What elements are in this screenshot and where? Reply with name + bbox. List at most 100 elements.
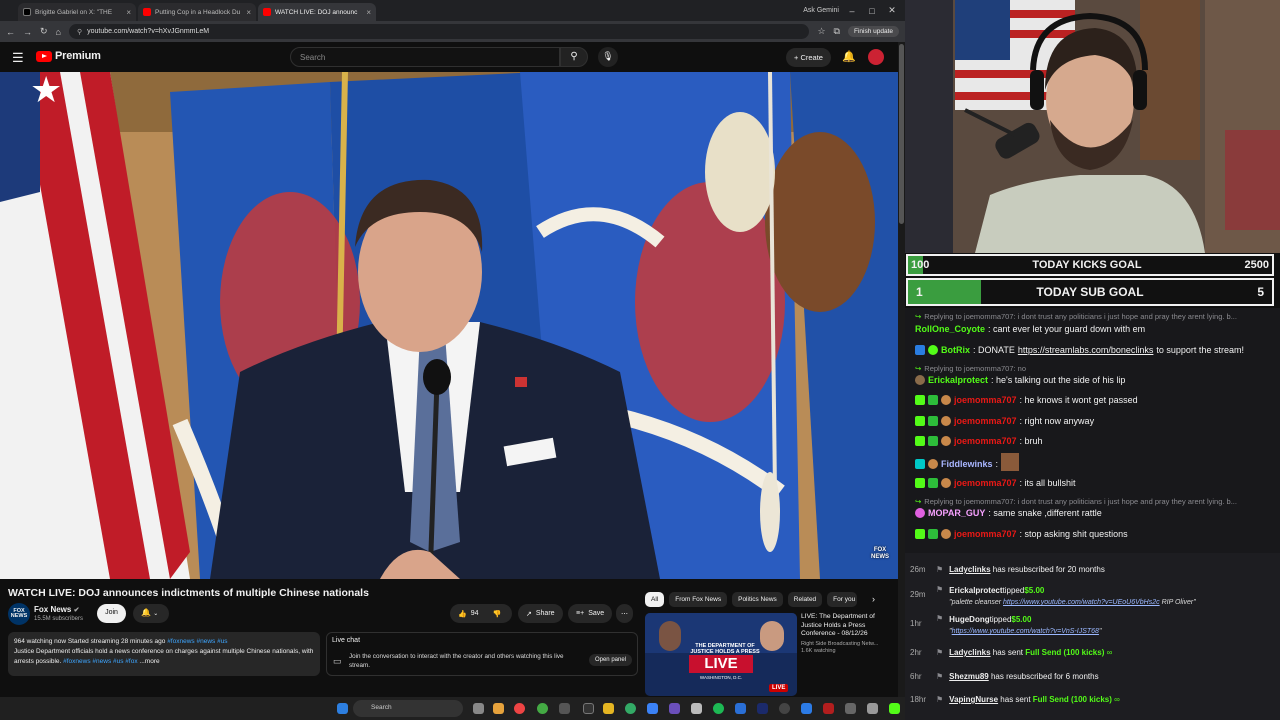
scrollbar-thumb[interactable] xyxy=(899,44,904,224)
tip-link[interactable]: https://www.youtube.com/watch?v=VnS-IJST… xyxy=(952,628,1099,635)
save-button[interactable]: ≡+ Save xyxy=(568,604,613,623)
close-tab-icon[interactable]: × xyxy=(126,8,131,17)
description-hashtags[interactable]: #foxnews #news #us #fox xyxy=(63,658,137,665)
chevron-right-icon[interactable]: › xyxy=(872,594,875,604)
app-icon[interactable] xyxy=(757,703,768,714)
app-icon[interactable] xyxy=(779,703,790,714)
site-info-icon[interactable]: ⚲ xyxy=(77,28,82,36)
activity-username[interactable]: Shezmu89 xyxy=(949,672,989,681)
activity-username[interactable]: Ladyclinks xyxy=(949,565,990,574)
page-scrollbar[interactable] xyxy=(898,42,905,697)
tip-link[interactable]: https://www.youtube.com/watch?v=UEoU6VbH… xyxy=(1003,599,1160,606)
app-icon[interactable] xyxy=(625,703,636,714)
search-icon: ⚲ xyxy=(570,51,578,62)
app-icon[interactable] xyxy=(583,703,594,714)
close-window-icon[interactable]: ✕ xyxy=(885,5,899,16)
chat-username[interactable]: joemomma707 xyxy=(954,436,1017,446)
chat-username[interactable]: Fiddlewinks xyxy=(941,459,993,469)
chat-link[interactable]: https://streamlabs.com/boneclinks xyxy=(1018,345,1154,355)
chip-for-you[interactable]: For you xyxy=(827,592,858,607)
ask-gemini-button[interactable]: Ask Gemini xyxy=(803,7,839,14)
like-dislike-button[interactable]: 👍 94 👎 xyxy=(450,604,512,623)
chat-message: joemomma707: bruh xyxy=(915,436,1043,446)
activity-text: has resubscribed for 6 months xyxy=(988,672,1099,681)
activity-username[interactable]: HugeDong xyxy=(949,615,989,624)
reload-icon[interactable]: ↻ xyxy=(40,26,48,37)
chat-username[interactable]: joemomma707 xyxy=(954,529,1017,539)
show-more-link[interactable]: ...more xyxy=(139,658,159,665)
chat-username[interactable]: RollOne_Coyote xyxy=(915,324,985,334)
app-icon[interactable] xyxy=(735,703,746,714)
chat-username[interactable]: MOPAR_GUY xyxy=(928,508,985,518)
maximize-icon[interactable]: □ xyxy=(865,6,879,16)
activity-username[interactable]: VapingNurse xyxy=(949,695,998,704)
suggested-video-thumbnail[interactable]: THE DEPARTMENT OF JUSTICE HOLDS A PRESS … xyxy=(645,613,797,696)
home-icon[interactable]: ⌂ xyxy=(56,27,61,37)
description-box[interactable]: 964 watching now Started streaming 28 mi… xyxy=(8,632,320,676)
chrome-icon[interactable] xyxy=(514,703,525,714)
app-icon[interactable] xyxy=(647,703,658,714)
close-tab-icon[interactable]: × xyxy=(246,8,251,17)
channel-name[interactable]: Fox News ✔ xyxy=(34,605,79,614)
search-button[interactable]: ⚲ xyxy=(560,47,588,67)
app-icon[interactable] xyxy=(559,703,570,714)
activity-username[interactable]: Ladyclinks xyxy=(949,648,990,657)
youtube-premium-logo[interactable]: Premium xyxy=(36,50,101,62)
account-avatar[interactable] xyxy=(868,49,884,65)
more-actions-button[interactable]: ⋯ xyxy=(616,604,633,623)
browser-tab[interactable]: Brigitte Gabriel on X: "THE × xyxy=(18,3,136,21)
channel-avatar[interactable]: FOX NEWS xyxy=(8,603,30,625)
description-hashtags[interactable]: #foxnews #news #us xyxy=(167,638,227,645)
join-button[interactable]: Join xyxy=(97,604,126,623)
app-icon[interactable] xyxy=(537,703,548,714)
hamburger-menu-icon[interactable]: ☰ xyxy=(12,50,24,66)
activity-row: 1hr ⚑ HugeDongtipped$5.00 "https://www.y… xyxy=(910,614,1101,637)
browser-tab-active[interactable]: WATCH LIVE: DOJ announc × xyxy=(258,3,376,21)
kick-icon[interactable] xyxy=(889,703,900,714)
thumbnail-location: WASHINGTON, D.C. xyxy=(699,675,743,680)
chat-username[interactable]: Erickalprotect xyxy=(928,375,988,385)
app-icon[interactable] xyxy=(867,703,878,714)
voice-search-icon[interactable]: 🎙 xyxy=(598,47,618,67)
close-tab-icon[interactable]: × xyxy=(366,8,371,17)
subscribed-notification-button[interactable]: 🔔 ⌄ xyxy=(133,604,169,623)
extensions-icon[interactable]: ⧉ xyxy=(834,26,840,37)
share-button[interactable]: ↗ Share xyxy=(518,604,563,623)
file-explorer-icon[interactable] xyxy=(603,703,614,714)
url-field[interactable]: ⚲ youtube.com/watch?v=hXvJGnmmLeM xyxy=(68,24,810,39)
finish-update-button[interactable]: Finish update xyxy=(847,26,899,37)
chat-username[interactable]: joemomma707 xyxy=(954,395,1017,405)
minimize-icon[interactable]: – xyxy=(845,6,859,16)
chat-username[interactable]: joemomma707 xyxy=(954,478,1017,488)
create-button[interactable]: + Create xyxy=(786,48,831,67)
video-player[interactable]: ★ FOX NEWS xyxy=(0,72,898,579)
browser-tab[interactable]: Putting Cop in a Headlock Du × xyxy=(138,3,256,21)
chat-text: to support the stream! xyxy=(1156,345,1244,355)
bookmark-star-icon[interactable]: ☆ xyxy=(817,26,825,37)
back-icon[interactable]: ← xyxy=(6,27,15,37)
suggested-video-info[interactable]: LIVE: The Department of Justice Holds a … xyxy=(801,613,893,654)
search-input[interactable]: Search xyxy=(290,47,560,67)
app-icon[interactable] xyxy=(845,703,856,714)
app-icon[interactable] xyxy=(823,703,834,714)
chip-related[interactable]: Related xyxy=(787,592,823,607)
chat-username[interactable]: BotRix xyxy=(941,345,970,355)
chat-username[interactable]: joemomma707 xyxy=(954,416,1017,426)
chip-politics-news[interactable]: Politics News xyxy=(732,592,783,607)
emote-image xyxy=(1001,453,1020,471)
task-view-icon[interactable] xyxy=(473,703,484,714)
app-icon[interactable] xyxy=(691,703,702,714)
windows-start-icon[interactable] xyxy=(337,703,348,714)
forward-icon[interactable]: → xyxy=(23,27,32,37)
activity-username[interactable]: Erickalprotect xyxy=(949,586,1002,595)
notifications-bell-icon[interactable]: 🔔 xyxy=(842,50,856,63)
app-icon[interactable] xyxy=(801,703,812,714)
chip-all[interactable]: All xyxy=(645,592,665,607)
taskbar-search[interactable]: Search xyxy=(353,700,463,717)
widgets-icon[interactable] xyxy=(493,703,504,714)
app-icon[interactable] xyxy=(669,703,680,714)
open-panel-button[interactable]: Open panel xyxy=(588,654,632,666)
spotify-icon[interactable] xyxy=(713,703,724,714)
chat-text: : DONATE xyxy=(973,345,1015,355)
chip-from-fox-news[interactable]: From Fox News xyxy=(669,592,728,607)
